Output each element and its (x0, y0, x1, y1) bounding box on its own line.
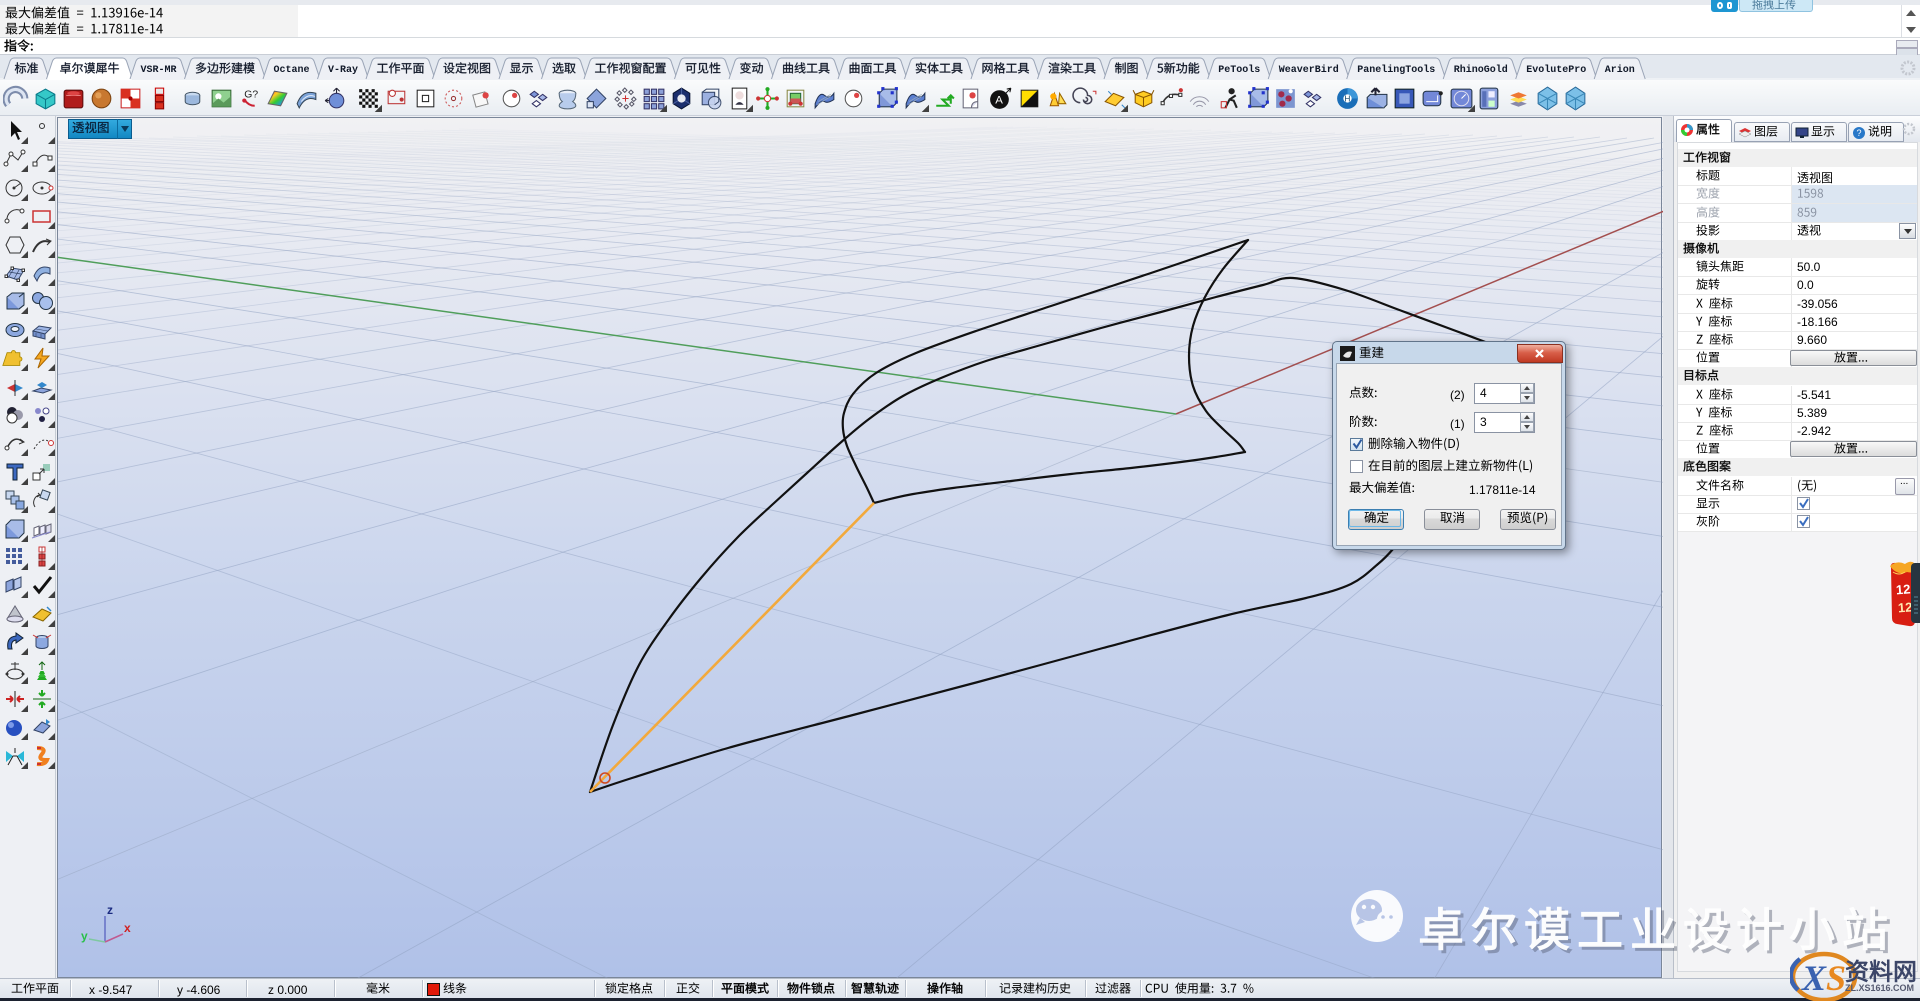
svg-text:S: S (1826, 958, 1846, 998)
svg-text:PanelingTools: PanelingTools (1357, 64, 1435, 76)
svg-text:WeaverBird: WeaverBird (1279, 64, 1339, 76)
svg-text:RhinoGold: RhinoGold (1454, 64, 1508, 76)
svg-text:?: ? (1857, 128, 1862, 138)
svg-text:12: 12 (1895, 581, 1910, 597)
svg-text:PeTools: PeTools (1218, 64, 1260, 76)
svg-text:ZL.XS1616.COM: ZL.XS1616.COM (1845, 983, 1914, 993)
svg-text:X: X (1801, 958, 1827, 998)
svg-text:EvolutePro: EvolutePro (1526, 64, 1586, 76)
svg-text:x: x (124, 921, 131, 935)
svg-text:VSR-MR: VSR-MR (141, 65, 177, 76)
svg-text:A: A (995, 95, 1003, 107)
svg-text:y: y (81, 929, 88, 943)
svg-text:Arion: Arion (1605, 64, 1635, 76)
svg-text:z: z (107, 903, 113, 917)
svg-text:G?: G? (244, 89, 258, 100)
svg-text:Octane: Octane (274, 65, 310, 76)
svg-text:V-Ray: V-Ray (328, 65, 358, 76)
svg-text:H: H (1344, 94, 1350, 104)
